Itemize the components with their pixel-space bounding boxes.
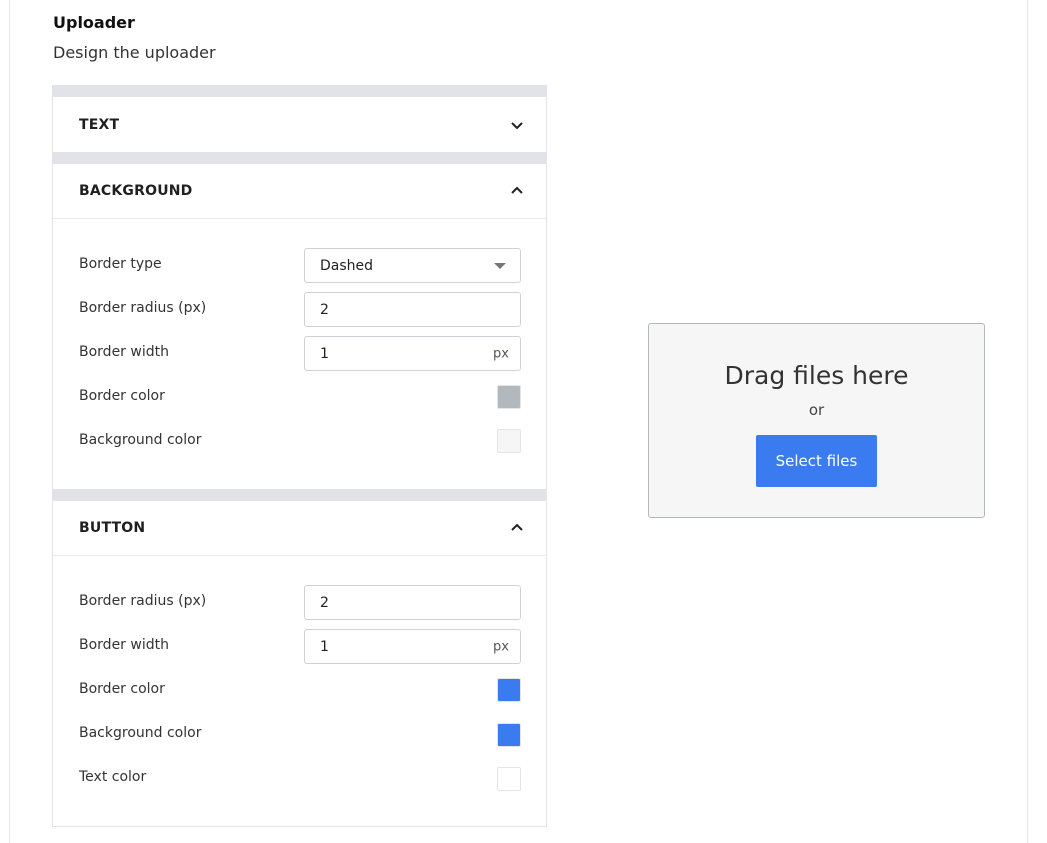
- button-border-radius-input[interactable]: 2: [304, 585, 521, 620]
- button-border-width-input[interactable]: 1 px: [304, 629, 521, 664]
- select-files-button[interactable]: Select files: [756, 435, 877, 487]
- background-color-swatch[interactable]: [497, 429, 521, 453]
- section-header-text[interactable]: TEXT: [53, 97, 546, 152]
- button-text-color-label: Text color: [79, 769, 147, 785]
- drag-files-text: Drag files here: [724, 361, 909, 390]
- button-background-color-swatch[interactable]: [497, 723, 521, 747]
- background-color-label: Background color: [79, 432, 202, 448]
- frame-border-left: [9, 0, 10, 843]
- background-border-width-input[interactable]: 1 px: [304, 336, 521, 371]
- section-title-button: BUTTON: [79, 520, 146, 536]
- background-border-color-label: Border color: [79, 388, 165, 404]
- section-title-text: TEXT: [79, 116, 120, 133]
- background-border-width-label: Border width: [79, 344, 169, 360]
- button-border-width-unit: px: [493, 639, 509, 654]
- button-border-radius-value: 2: [320, 594, 329, 611]
- uploader-preview[interactable]: Drag files here or Select files: [648, 323, 985, 518]
- chevron-up-icon: [511, 186, 523, 194]
- background-border-radius-label: Border radius (px): [79, 300, 207, 316]
- background-border-width-unit: px: [493, 346, 509, 361]
- section-divider: [53, 85, 546, 97]
- section-header-button[interactable]: BUTTON: [53, 501, 546, 556]
- background-border-radius-value: 2: [320, 301, 329, 318]
- button-text-color-swatch[interactable]: [497, 767, 521, 791]
- border-type-value: Dashed: [320, 257, 374, 274]
- caret-down-icon: [494, 263, 506, 269]
- background-border-radius-input[interactable]: 2: [304, 292, 521, 327]
- button-border-width-label: Border width: [79, 637, 169, 653]
- button-background-color-label: Background color: [79, 725, 202, 741]
- section-divider: [53, 152, 546, 164]
- button-border-color-swatch[interactable]: [497, 678, 521, 702]
- frame-border-right: [1027, 0, 1028, 843]
- button-border-color-label: Border color: [79, 681, 165, 697]
- section-divider: [53, 489, 546, 501]
- page-title: Uploader: [53, 13, 135, 32]
- settings-panel: TEXT BACKGROUND Border type Dashed Borde…: [52, 85, 547, 827]
- chevron-up-icon: [511, 523, 523, 531]
- chevron-down-icon: [511, 121, 523, 129]
- border-type-select[interactable]: Dashed: [304, 248, 521, 283]
- button-border-width-value: 1: [320, 638, 329, 655]
- button-border-radius-label: Border radius (px): [79, 593, 207, 609]
- background-border-width-value: 1: [320, 345, 329, 362]
- section-title-background: BACKGROUND: [79, 183, 193, 199]
- page-subtitle: Design the uploader: [53, 43, 216, 62]
- background-border-color-swatch[interactable]: [497, 385, 521, 409]
- section-header-background[interactable]: BACKGROUND: [53, 164, 546, 219]
- border-type-label: Border type: [79, 256, 162, 272]
- or-text: or: [808, 401, 825, 419]
